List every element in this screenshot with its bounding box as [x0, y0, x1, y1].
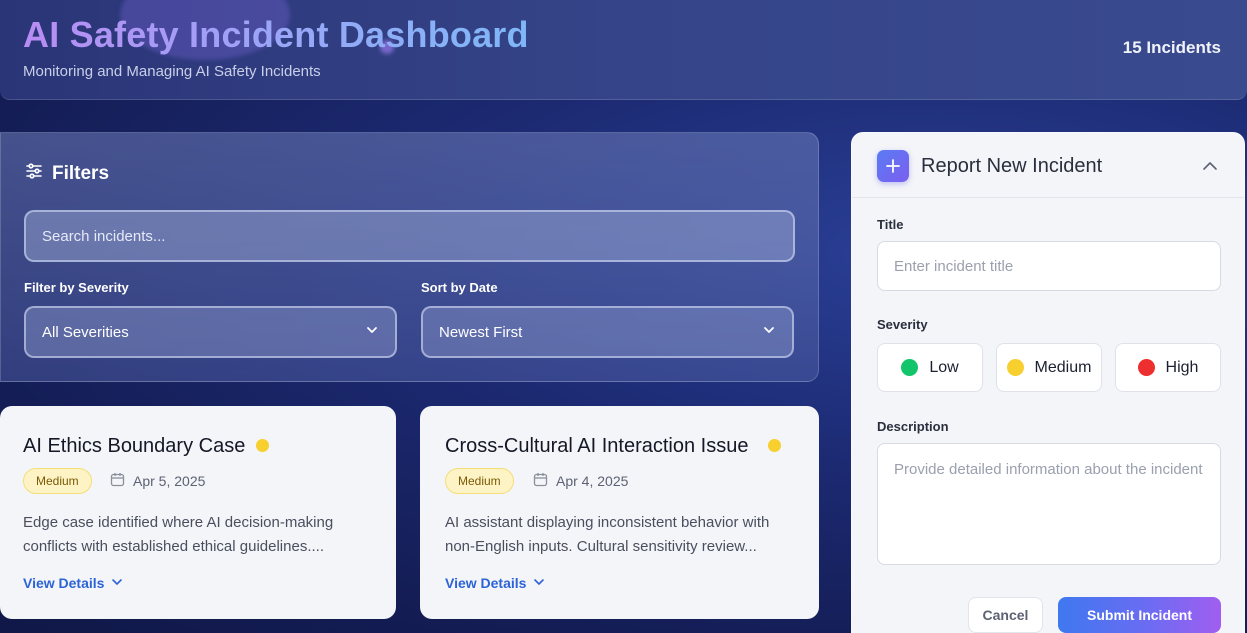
incident-description: AI assistant displaying inconsistent beh… [445, 514, 770, 555]
incident-description-input[interactable] [877, 443, 1221, 565]
incident-card[interactable]: Cross-Cultural AI Interaction Issue Medi… [420, 406, 819, 619]
calendar-icon [533, 472, 548, 490]
view-details-link[interactable]: View Details [445, 575, 545, 591]
sort-filter-label: Sort by Date [421, 280, 498, 295]
chevron-down-icon [762, 323, 776, 341]
severity-filter-select[interactable]: All Severities [24, 306, 397, 358]
incident-count: 15 Incidents [1122, 38, 1221, 57]
report-incident-panel: Report New Incident Title Severity Low M… [851, 132, 1245, 633]
severity-option-low[interactable]: Low [877, 343, 983, 392]
view-details-label: View Details [445, 575, 527, 591]
severity-option-medium[interactable]: Medium [996, 343, 1102, 392]
severity-dot-icon [768, 439, 781, 452]
severity-filter-value: All Severities [42, 323, 129, 341]
filters-panel: Filters Filter by Severity Sort by Date … [0, 132, 819, 382]
search-input[interactable] [24, 210, 795, 262]
chevron-down-icon [365, 323, 379, 341]
view-details-link[interactable]: View Details [23, 575, 123, 591]
incident-date: Apr 5, 2025 [110, 472, 205, 490]
incident-date-text: Apr 4, 2025 [556, 473, 629, 489]
incident-title-input[interactable] [877, 241, 1221, 291]
filters-title: Filters [52, 162, 110, 184]
incident-date: Apr 4, 2025 [533, 472, 628, 490]
report-panel-title: Report New Incident [921, 155, 1103, 177]
red-dot-icon [1137, 359, 1155, 376]
plus-icon [877, 150, 909, 182]
page-subtitle: Monitoring and Managing AI Safety Incide… [23, 63, 321, 80]
calendar-icon [110, 472, 125, 490]
title-field-label: Title [877, 217, 904, 232]
incident-date-text: Apr 5, 2025 [133, 473, 206, 489]
severity-badge: Medium [23, 468, 92, 494]
incident-title: AI Ethics Boundary Case [23, 435, 246, 457]
severity-badge: Medium [445, 468, 514, 494]
severity-option-label: Medium [1034, 358, 1092, 376]
page-title: AI Safety Incident Dashboard [23, 14, 529, 55]
sort-date-value: Newest First [439, 323, 523, 341]
severity-option-label: Low [929, 358, 959, 376]
cancel-button[interactable]: Cancel [968, 597, 1043, 633]
submit-incident-button[interactable]: Submit Incident [1058, 597, 1221, 633]
filters-header: Filters [25, 162, 109, 185]
incident-title: Cross-Cultural AI Interaction Issue [445, 435, 749, 457]
header-bar: AI Safety Incident Dashboard Monitoring … [0, 0, 1247, 100]
description-field-label: Description [877, 419, 949, 434]
severity-field-label: Severity [877, 317, 928, 332]
chevron-up-icon[interactable] [1202, 159, 1218, 177]
incident-card[interactable]: AI Ethics Boundary Case Medium Apr 5, 20… [0, 406, 396, 619]
green-dot-icon [901, 359, 919, 376]
severity-option-label: High [1165, 358, 1199, 376]
severity-filter-label: Filter by Severity [24, 280, 129, 295]
chevron-down-icon [533, 575, 545, 591]
sliders-icon [25, 162, 43, 185]
sort-date-select[interactable]: Newest First [421, 306, 794, 358]
chevron-down-icon [111, 575, 123, 591]
yellow-dot-icon [1006, 359, 1024, 376]
severity-dot-icon [256, 439, 269, 452]
severity-option-high[interactable]: High [1115, 343, 1221, 392]
report-panel-header: Report New Incident [852, 133, 1244, 198]
view-details-label: View Details [23, 575, 105, 591]
incident-description: Edge case identified where AI decision-m… [23, 514, 334, 555]
